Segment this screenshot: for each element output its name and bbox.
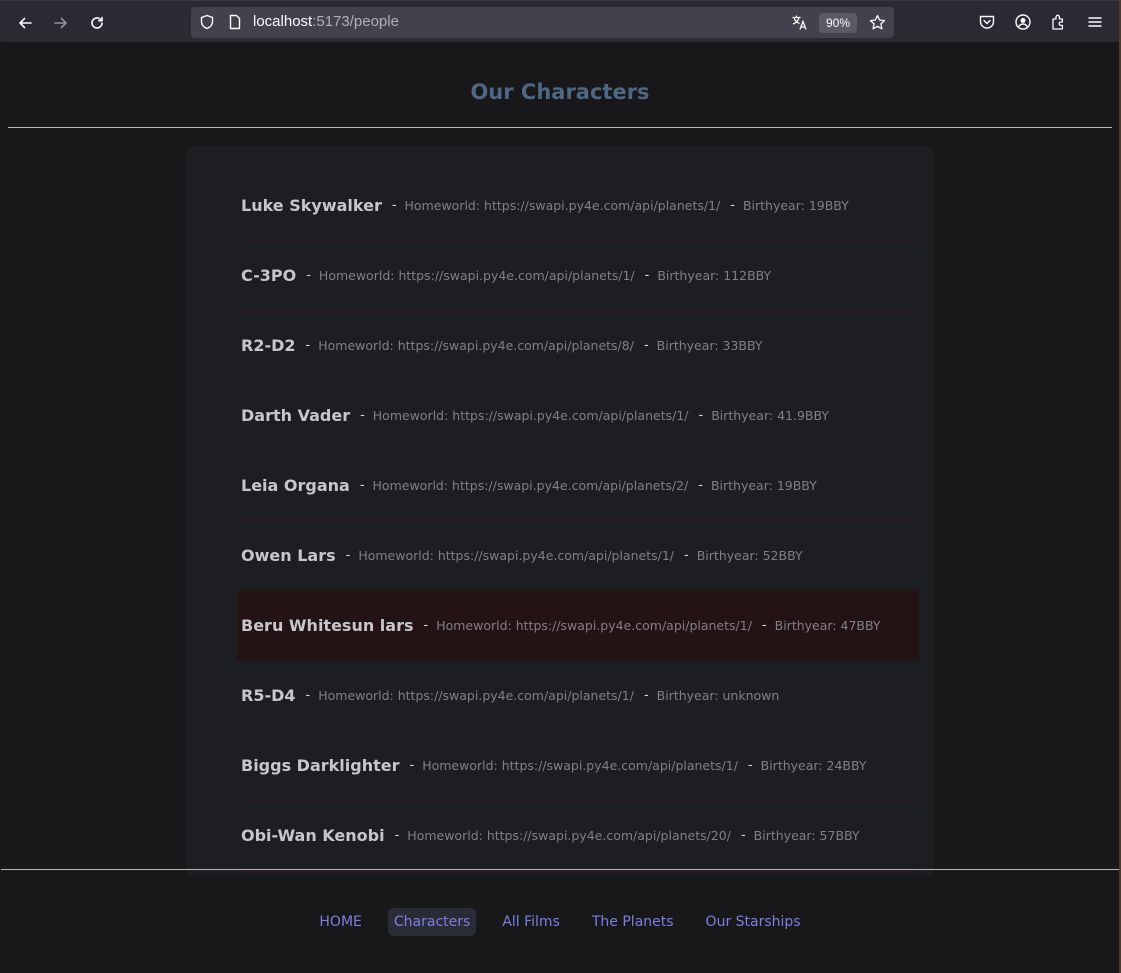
character-name[interactable]: C-3PO bbox=[241, 266, 296, 285]
account-icon[interactable] bbox=[1014, 13, 1032, 31]
pocket-icon[interactable] bbox=[978, 13, 996, 31]
character-birthyear: Birthyear: 19BBY bbox=[742, 198, 849, 213]
character-name[interactable]: Beru Whitesun lars bbox=[241, 616, 414, 635]
separator: - bbox=[698, 408, 704, 423]
character-name[interactable]: R5-D4 bbox=[241, 686, 296, 705]
separator: - bbox=[740, 828, 746, 843]
separator: - bbox=[423, 618, 429, 633]
separator: - bbox=[643, 688, 649, 703]
character-row[interactable]: C-3PO - Homeworld: https://swapi.py4e.com/… bbox=[237, 241, 919, 311]
separator: - bbox=[730, 198, 735, 213]
separator: - bbox=[698, 478, 703, 493]
footer-nav: HOME Characters All Films The Planets Our St… bbox=[1, 908, 1119, 936]
separator: - bbox=[360, 408, 365, 423]
back-button[interactable] bbox=[11, 9, 39, 37]
nav-link-starships[interactable]: Our Starships bbox=[700, 908, 807, 936]
separator: - bbox=[747, 758, 753, 773]
character-homeworld: Homeworld: https://swapi.py4e.com/api/pl… bbox=[318, 338, 634, 353]
character-birthyear: Birthyear: 19BBY bbox=[710, 478, 817, 493]
character-row[interactable]: Beru Whitesun lars - Homeworld: https://sw… bbox=[237, 591, 919, 661]
separator: - bbox=[644, 268, 650, 283]
nav-link-planets[interactable]: The Planets bbox=[586, 908, 680, 936]
character-row[interactable]: Owen Lars - Homeworld: https://swapi.py4e.… bbox=[237, 521, 919, 591]
browser-toolbar: localhost:5173/people 90% bbox=[0, 0, 1121, 42]
translate-icon[interactable] bbox=[791, 14, 808, 31]
character-row[interactable]: Darth Vader - Homeworld: https://swapi.py4… bbox=[237, 381, 919, 451]
nav-link-films[interactable]: All Films bbox=[496, 908, 566, 936]
separator: - bbox=[305, 688, 311, 703]
arrow-left-icon bbox=[19, 17, 32, 29]
character-name[interactable]: Biggs Darklighter bbox=[241, 756, 400, 775]
separator: - bbox=[305, 338, 311, 353]
character-homeworld: Homeworld: https://swapi.py4e.com/api/pl… bbox=[436, 618, 752, 633]
arrow-right-icon bbox=[54, 17, 67, 29]
separator: - bbox=[345, 548, 351, 563]
character-homeworld: Homeworld: https://swapi.py4e.com/api/pl… bbox=[318, 268, 635, 283]
page-info-icon[interactable] bbox=[227, 14, 243, 30]
url-host: localhost bbox=[253, 13, 313, 30]
character-birthyear: Birthyear: 47BBY bbox=[774, 618, 881, 633]
separator: - bbox=[391, 198, 397, 213]
character-row[interactable]: Luke Skywalker - Homeworld: https://swapi.… bbox=[237, 171, 919, 241]
nav-link-home[interactable]: HOME bbox=[313, 908, 367, 936]
character-name[interactable]: Obi-Wan Kenobi bbox=[241, 826, 385, 845]
character-homeworld: Homeworld: https://swapi.py4e.com/api/pl… bbox=[372, 478, 689, 493]
character-birthyear: Birthyear: 33BBY bbox=[656, 338, 763, 353]
character-row[interactable]: Leia Organa - Homeworld: https://swapi.py4… bbox=[237, 451, 919, 521]
separator: - bbox=[359, 478, 365, 493]
characters-card: Luke Skywalker - Homeworld: https://swapi.… bbox=[187, 146, 933, 876]
url-text[interactable]: localhost:5173/people bbox=[253, 13, 399, 31]
character-row[interactable]: Obi-Wan Kenobi - Homeworld: https://swapi.… bbox=[237, 801, 919, 871]
footer-divider bbox=[1, 869, 1119, 870]
character-name[interactable]: Owen Lars bbox=[241, 546, 336, 565]
extensions-icon[interactable] bbox=[1050, 13, 1068, 31]
character-birthyear: Birthyear: 24BBY bbox=[760, 758, 867, 773]
character-homeworld: Homeworld: https://swapi.py4e.com/api/pl… bbox=[372, 408, 689, 423]
character-birthyear: Birthyear: 112BBY bbox=[657, 268, 772, 283]
forward-button[interactable] bbox=[47, 9, 75, 37]
character-name[interactable]: Darth Vader bbox=[241, 406, 350, 425]
separator: - bbox=[684, 548, 689, 563]
character-name[interactable]: R2-D2 bbox=[241, 336, 296, 355]
character-birthyear: Birthyear: 41.9BBY bbox=[711, 408, 830, 423]
separator: - bbox=[643, 338, 649, 353]
character-birthyear: Birthyear: 57BBY bbox=[753, 828, 860, 843]
separator: - bbox=[409, 758, 415, 773]
nav-link-characters[interactable]: Characters bbox=[387, 908, 477, 936]
separator: - bbox=[761, 618, 767, 633]
character-homeworld: Homeworld: https://swapi.py4e.com/api/pl… bbox=[422, 758, 738, 773]
character-row[interactable]: R2-D2- Homeworld: https://swapi.py4e.com/… bbox=[237, 311, 919, 381]
menu-icon[interactable] bbox=[1086, 13, 1104, 31]
separator: - bbox=[306, 268, 311, 283]
title-divider bbox=[8, 127, 1112, 128]
zoom-level-button[interactable]: 90% bbox=[819, 13, 858, 33]
character-homeworld: Homeworld: https://swapi.py4e.com/api/pl… bbox=[407, 828, 731, 843]
page-viewport: Our Characters Luke Skywalker - Homeworld:… bbox=[1, 42, 1119, 973]
character-homeworld: Homeworld: https://swapi.py4e.com/api/pl… bbox=[404, 198, 721, 213]
character-row[interactable]: R5-D4- Homeworld: https://swapi.py4e.com/… bbox=[237, 661, 919, 731]
character-homeworld: Homeworld: https://swapi.py4e.com/api/pl… bbox=[318, 688, 634, 703]
character-birthyear: Birthyear: unknown bbox=[656, 688, 780, 703]
character-homeworld: Homeworld: https://swapi.py4e.com/api/pl… bbox=[358, 548, 675, 563]
characters-list: Luke Skywalker - Homeworld: https://swapi.… bbox=[237, 171, 919, 871]
address-bar[interactable]: localhost:5173/people 90% bbox=[191, 7, 894, 38]
shield-icon[interactable] bbox=[199, 14, 215, 30]
character-birthyear: Birthyear: 52BBY bbox=[696, 548, 803, 563]
character-name[interactable]: Luke Skywalker bbox=[241, 196, 382, 215]
character-row[interactable]: Biggs Darklighter - Homeworld: https://swa… bbox=[237, 731, 919, 801]
separator: - bbox=[394, 828, 400, 843]
character-name[interactable]: Leia Organa bbox=[241, 476, 350, 495]
reload-icon bbox=[91, 16, 103, 29]
bookmark-star-icon[interactable] bbox=[869, 14, 886, 31]
url-path: :5173/people bbox=[312, 13, 399, 30]
page-title: Our Characters bbox=[470, 80, 650, 104]
reload-button[interactable] bbox=[83, 9, 111, 37]
